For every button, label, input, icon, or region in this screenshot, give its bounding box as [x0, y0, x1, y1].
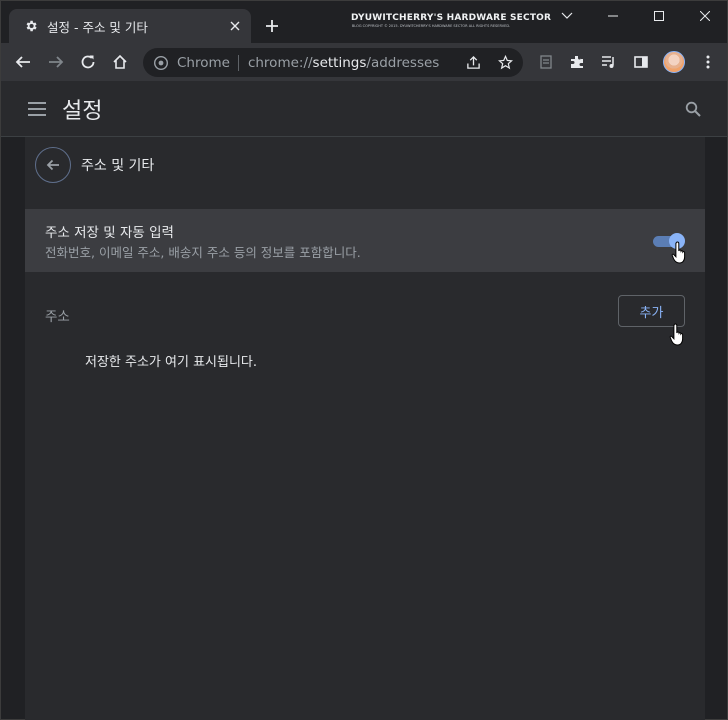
gear-icon: [23, 18, 39, 34]
addresses-card: 주소 및 기타 주소 저장 및 자동 입력 전화번호, 이메일 주소, 배송지 …: [25, 137, 705, 720]
side-panel-icon[interactable]: [629, 50, 653, 74]
close-window-button[interactable]: [691, 5, 719, 27]
hamburger-menu-icon[interactable]: [25, 97, 49, 121]
close-tab-icon[interactable]: [227, 18, 243, 34]
tab-search-icon[interactable]: [534, 50, 558, 74]
banner-subtitle: BLOG COPYRIGHT © 2015. DYUWITCHERRY'S HA…: [351, 24, 511, 28]
settings-header: 설정: [1, 81, 727, 137]
home-icon[interactable]: [108, 50, 132, 74]
browser-toolbar: Chrome chrome://settings/addresses: [1, 43, 727, 81]
minimize-button[interactable]: [599, 5, 627, 27]
hand-cursor-icon: [671, 241, 691, 267]
page-title: 설정: [62, 99, 103, 124]
reload-icon[interactable]: [76, 50, 100, 74]
star-icon[interactable]: [493, 50, 517, 74]
empty-addresses-message: 저장한 주소가 여기 표시됩니다.: [85, 355, 258, 370]
more-menu-icon[interactable]: [696, 50, 720, 74]
back-button[interactable]: [35, 147, 71, 183]
site-chip: Chrome: [177, 54, 230, 71]
tab-strip: 설정 - 주소 및 기타 DYUWITCHERRY'S HARDWARE SEC…: [1, 1, 727, 43]
address-bar[interactable]: Chrome chrome://settings/addresses: [143, 48, 523, 77]
autofill-description: 전화번호, 이메일 주소, 배송지 주소 등의 정보를 포함합니다.: [45, 245, 361, 260]
media-control-icon[interactable]: [597, 50, 621, 74]
maximize-button[interactable]: [645, 5, 673, 27]
back-arrow-icon: [46, 159, 59, 171]
tab-title: 설정 - 주소 및 기타: [47, 19, 148, 35]
hand-cursor-icon: [669, 323, 689, 349]
url-scheme: chrome://: [247, 54, 313, 71]
back-arrow-icon[interactable]: [11, 50, 35, 74]
share-icon[interactable]: [461, 50, 485, 74]
new-tab-button[interactable]: [261, 15, 283, 37]
tab-settings[interactable]: 설정 - 주소 및 기타: [9, 9, 251, 43]
chrome-logo-icon: [153, 55, 169, 71]
url-text: chrome://settings/addresses: [248, 55, 439, 71]
header-banner: DYUWITCHERRY'S HARDWARE SECTOR BLOG COPY…: [351, 13, 552, 35]
banner-title: DYUWITCHERRY'S HARDWARE SECTOR: [351, 13, 552, 23]
autofill-toggle-row[interactable]: 주소 저장 및 자동 입력 전화번호, 이메일 주소, 배송지 주소 등의 정보…: [25, 209, 705, 272]
url-path: /addresses: [366, 54, 440, 71]
section-title: 주소 및 기타: [81, 158, 155, 174]
divider: [237, 54, 239, 71]
browser-window: 설정 - 주소 및 기타 DYUWITCHERRY'S HARDWARE SEC…: [0, 0, 728, 720]
forward-arrow-icon[interactable]: [44, 50, 68, 74]
addresses-label: 주소: [45, 309, 70, 325]
search-icon[interactable]: [681, 97, 705, 121]
url-host: settings: [312, 54, 367, 71]
autofill-title: 주소 저장 및 자동 입력: [45, 225, 174, 241]
extensions-icon[interactable]: [565, 50, 589, 74]
chevron-down-icon[interactable]: [553, 5, 581, 27]
profile-avatar[interactable]: [663, 51, 685, 73]
